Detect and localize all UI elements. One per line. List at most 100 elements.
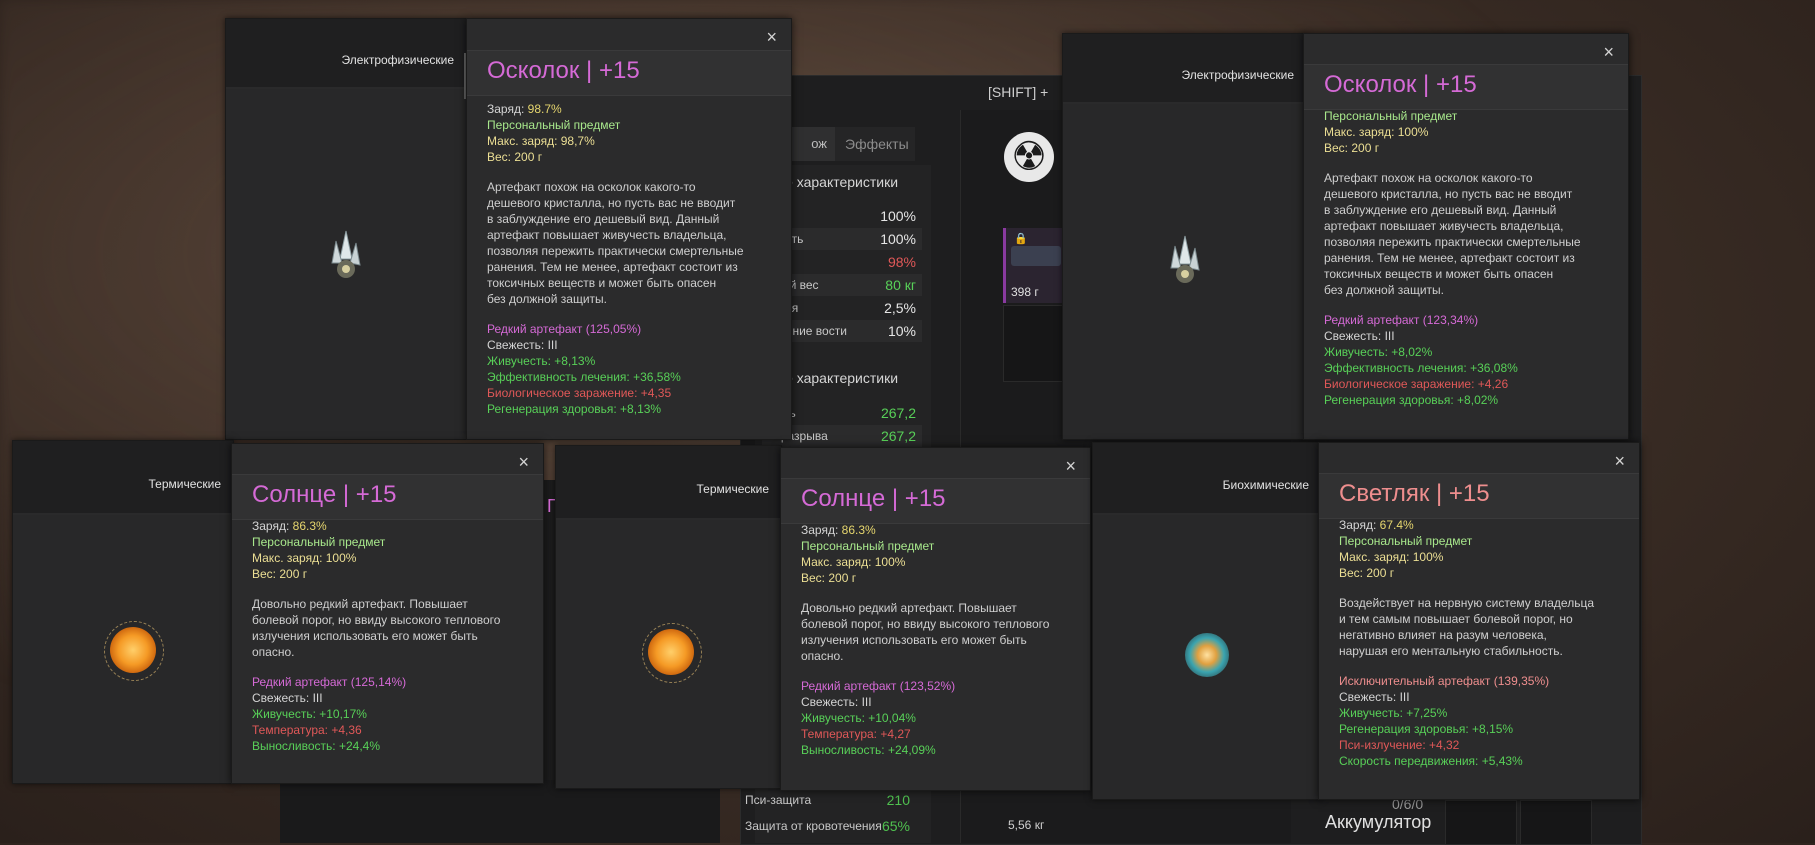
- close-icon[interactable]: ×: [518, 452, 529, 473]
- slot-weight: 398 г: [1011, 285, 1039, 299]
- close-icon[interactable]: ×: [1614, 451, 1625, 472]
- artifact-details: Заряд: 86.3% Персональный предмет Макс. …: [252, 518, 523, 754]
- artifact-category: Биохимические: [1222, 478, 1309, 492]
- artifact-freshness: Свежесть: III: [1324, 329, 1395, 343]
- close-icon[interactable]: ×: [1603, 42, 1614, 63]
- artifact-description: Довольно редкий артефакт. Повышает болево…: [252, 596, 523, 660]
- description-line: Артефакт похож на осколок какого-то: [1324, 171, 1533, 185]
- artifact-title: Осколок | +15: [487, 57, 640, 84]
- artifact-description: Воздействует на нервную систему владельц…: [1339, 595, 1619, 659]
- artifact-stat: Эффективность лечения: +36,08%: [1324, 361, 1518, 375]
- personal-item: Персональный предмет: [801, 539, 935, 553]
- weapon-icon: [1011, 246, 1061, 266]
- item-weight: Вес: 200 г: [252, 567, 308, 581]
- charge-label: Заряд:: [252, 519, 290, 533]
- artifact-stats: Живучесть: +7,25% Регенерация здоровья: +…: [1339, 705, 1619, 769]
- accumulator-label: Аккумулятор: [1325, 812, 1432, 832]
- tooltip-title-bar: Солнце | +15: [781, 478, 1090, 524]
- weapon-slot[interactable]: 🔒 398 г: [1003, 228, 1064, 303]
- max-charge: Макс. заряд: 100%: [801, 555, 906, 569]
- stat-value: 2,5%: [884, 300, 916, 316]
- item-weight: Вес: 200 г: [1324, 141, 1380, 155]
- tooltip-title-bar: Осколок | +15: [467, 50, 791, 96]
- artifact-stat: Выносливость: +24,09%: [801, 743, 936, 757]
- personal-item: Персональный предмет: [1339, 534, 1473, 548]
- sun-artifact-icon: [104, 621, 164, 681]
- max-charge: Макс. заряд: 100%: [1339, 550, 1444, 564]
- artifact-pane: Термические: [555, 445, 782, 789]
- artifact-stat: Регенерация здоровья: +8,15%: [1339, 722, 1514, 736]
- inventory-cell[interactable]: [1003, 305, 1063, 382]
- artifact-details: Заряд: 98.7% Персональный предмет Макс. …: [487, 101, 771, 417]
- tooltip-title-bar: Солнце | +15: [232, 474, 543, 520]
- artifact-stat: Регенерация здоровья: +8,13%: [487, 402, 662, 416]
- stat-value: 10%: [887, 323, 916, 339]
- tab-effects[interactable]: Эффекты: [845, 127, 909, 161]
- artifact-freshness: Свежесть: III: [801, 695, 872, 709]
- tooltip-title-bar: Осколок | +15: [1304, 64, 1628, 110]
- artifact-stat: Скорость передвижения: +5,43%: [1339, 754, 1523, 768]
- max-charge: Макс. заряд: 100%: [1324, 125, 1429, 139]
- artifact-details: Персональный предмет Макс. заряд: 100% В…: [1324, 108, 1608, 408]
- max-charge: Макс. заряд: 100%: [252, 551, 357, 565]
- inventory-cell[interactable]: [1520, 800, 1592, 845]
- stats-section-title-2: ые характеристики: [775, 370, 899, 386]
- max-charge: Макс. заряд: 98,7%: [487, 134, 595, 148]
- description-line: Довольно редкий артефакт. Повышает: [801, 601, 1017, 615]
- crystal-artifact-icon: [331, 230, 361, 278]
- description-line: в заблуждение его дешевый вид. Данный: [1324, 203, 1557, 217]
- artifact-details: Заряд: 67.4% Персональный предмет Макс. …: [1339, 517, 1619, 769]
- description-line: позволяя пережить практически смертельны…: [1324, 235, 1581, 249]
- charge-value: 98.7%: [527, 102, 562, 116]
- description-line: без должной защиты.: [1324, 283, 1444, 297]
- artifact-pane: Электрофизические: [1062, 33, 1307, 440]
- artifact-freshness: Свежесть: III: [487, 338, 558, 352]
- artifact-stats: Живучесть: +8,02% Эффективность лечения: …: [1324, 344, 1608, 408]
- artifact-stat: Регенерация здоровья: +8,02%: [1324, 393, 1499, 407]
- item-weight: Вес: 200 г: [801, 571, 857, 585]
- personal-item: Персональный предмет: [252, 535, 386, 549]
- charge-value: 86.3%: [292, 519, 327, 533]
- charge-label: Заряд:: [801, 523, 839, 537]
- description-line: нарушая его ментальную стабильность.: [1339, 644, 1563, 658]
- artifact-rarity: Редкий артефакт (123,34%): [1324, 313, 1479, 327]
- artifact-pane: Термические: [12, 440, 234, 784]
- close-icon[interactable]: ×: [1065, 456, 1076, 477]
- crystal-artifact-icon: [1170, 235, 1200, 283]
- artifact-tooltip: × Осколок | +15 Заряд: 98.7% Персональны…: [466, 18, 792, 440]
- inventory-lower-panel: [280, 780, 720, 843]
- artifact-tooltip: × Солнце | +15 Заряд: 86.3% Персональный…: [231, 443, 544, 784]
- description-line: и тем самым повышает болевой порог, но: [1339, 612, 1573, 626]
- personal-item: Персональный предмет: [487, 118, 621, 132]
- firefly-artifact-icon: [1185, 633, 1229, 677]
- artifact-stat: Температура: +4,36: [252, 723, 362, 737]
- artifact-stat: Живучесть: +8,13%: [487, 354, 596, 368]
- artifact-pane: Электрофизические: [225, 18, 467, 440]
- close-icon[interactable]: ×: [766, 27, 777, 48]
- description-line: Воздействует на нервную систему владельц…: [1339, 596, 1594, 610]
- artifact-rarity: Редкий артефакт (123,52%): [801, 679, 956, 693]
- stat-label: Защита от кровотечения: [745, 819, 882, 833]
- stat-value: 100%: [880, 231, 916, 247]
- artifact-rarity: Редкий артефакт (125,14%): [252, 675, 407, 689]
- description-line: токсичных веществ и может быть опасен: [1324, 267, 1554, 281]
- artifact-pane: Биохимические: [1092, 442, 1322, 800]
- description-line: ранения. Тем не менее, артефакт состоит …: [487, 260, 738, 274]
- charge-value: 67.4%: [1379, 518, 1414, 532]
- description-line: дешевого кристалла, но пусть вас не ввод…: [1324, 187, 1573, 201]
- stat-value: 267,2: [880, 428, 916, 444]
- inventory-cell[interactable]: [1445, 800, 1517, 845]
- artifact-stat: Биологическое заражение: +4,26: [1324, 377, 1509, 391]
- stat-value: 267,2: [880, 405, 916, 421]
- artifact-description: Артефакт похож на осколок какого-то дешев…: [487, 179, 771, 307]
- artifact-category: Термические: [148, 477, 221, 491]
- artifact-freshness: Свежесть: III: [1339, 690, 1410, 704]
- charge-value: 86.3%: [841, 523, 876, 537]
- description-line: болевой порог, но ввиду высокого теплово…: [252, 613, 501, 627]
- artifact-stat: Эффективность лечения: +36,58%: [487, 370, 681, 384]
- artifact-category: Электрофизические: [1181, 68, 1294, 82]
- description-line: негативно влияет на разум человека,: [1339, 628, 1547, 642]
- artifact-description: Артефакт похож на осколок какого-то дешев…: [1324, 170, 1608, 298]
- artifact-stat: Живучесть: +10,04%: [801, 711, 916, 725]
- artifact-freshness: Свежесть: III: [252, 691, 323, 705]
